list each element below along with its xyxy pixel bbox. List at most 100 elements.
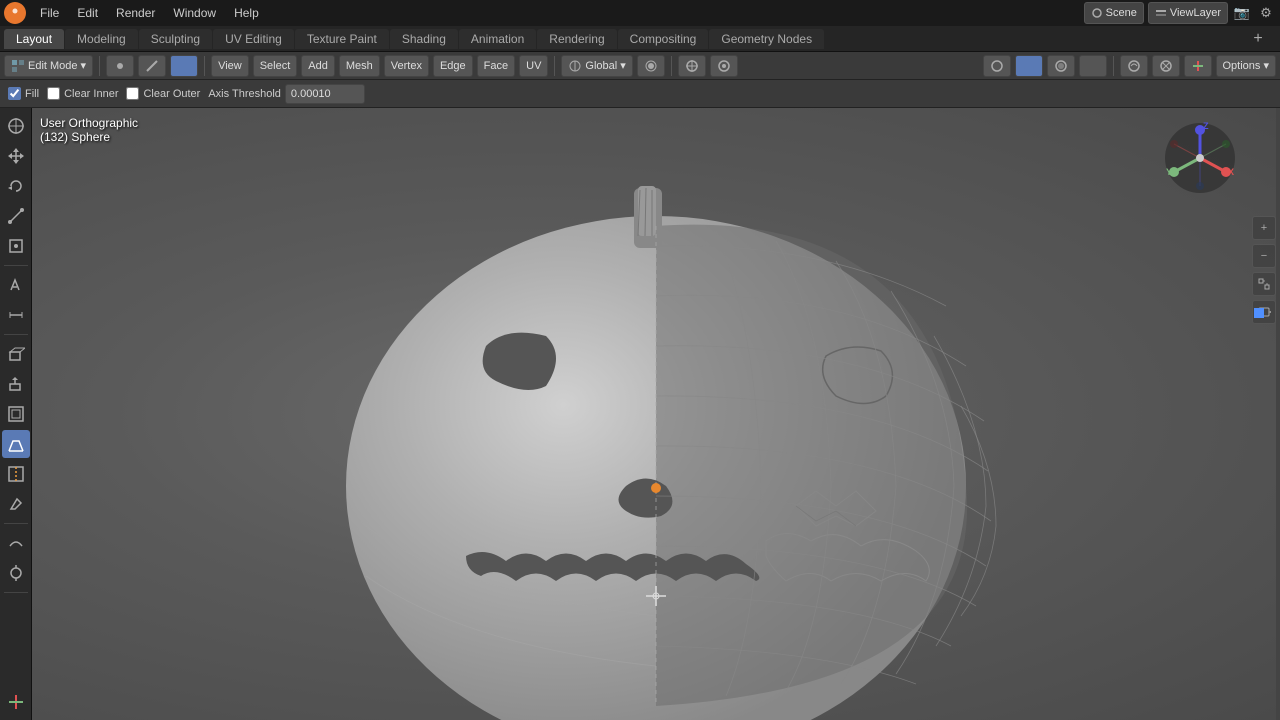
add-menu-btn[interactable]: Add [301, 55, 335, 77]
bevel-tool[interactable] [2, 430, 30, 458]
transform-tool[interactable] [2, 232, 30, 260]
fill-checkbox-input[interactable] [8, 87, 21, 100]
tool-sep-2 [4, 334, 28, 335]
tab-geometry-nodes[interactable]: Geometry Nodes [709, 29, 824, 49]
tool-sep-3 [4, 523, 28, 524]
blender-logo[interactable] [4, 2, 26, 24]
smooth-tool[interactable] [2, 529, 30, 557]
clear-inner-checkbox-input[interactable] [47, 87, 60, 100]
gizmos-btn[interactable] [1184, 55, 1212, 77]
menu-help[interactable]: Help [226, 4, 267, 22]
transform-orient-tool[interactable] [2, 688, 30, 716]
xray-btn[interactable] [1152, 55, 1180, 77]
edge-select-btn[interactable] [138, 55, 166, 77]
left-toolbar [0, 108, 32, 720]
clear-inner-label: Clear Inner [64, 88, 118, 100]
toolbar-sep-shading [1113, 56, 1114, 76]
fill-checkbox[interactable]: Fill [8, 87, 39, 100]
axis-threshold-label: Axis Threshold [208, 88, 281, 100]
axis-threshold-input[interactable] [285, 84, 365, 104]
zoom-out-btn[interactable]: − [1252, 244, 1276, 268]
tool-sep-4 [4, 592, 28, 593]
tab-sculpting[interactable]: Sculpting [139, 29, 212, 49]
n-panel-handle[interactable] [1276, 108, 1280, 720]
vertex-select-btn[interactable] [106, 55, 134, 77]
tab-compositing[interactable]: Compositing [618, 29, 709, 49]
cursor-tool[interactable] [2, 112, 30, 140]
viewport[interactable]: User Orthographic (132) Sphere Z X [32, 108, 1280, 720]
tab-shading[interactable]: Shading [390, 29, 458, 49]
select-menu-btn[interactable]: Select [253, 55, 298, 77]
view-menu-btn[interactable]: View [211, 55, 249, 77]
scene-name: Scene [1106, 7, 1137, 19]
selected-indicator [1254, 308, 1264, 318]
edit-mode-label: Edit Mode [28, 60, 78, 72]
scale-tool[interactable] [2, 202, 30, 230]
overlays-btn[interactable] [1120, 55, 1148, 77]
axis-threshold-field: Axis Threshold [208, 84, 365, 104]
add-workspace-icon[interactable]: + [1248, 29, 1268, 49]
toolbar-sep-4 [671, 56, 672, 76]
knife-tool[interactable] [2, 490, 30, 518]
rendered-shading-btn[interactable] [1079, 55, 1107, 77]
menu-render[interactable]: Render [108, 4, 163, 22]
clear-outer-checkbox[interactable]: Clear Outer [126, 87, 200, 100]
mesh-menu-btn[interactable]: Mesh [339, 55, 380, 77]
mode-dropdown-icon: ▾ [81, 59, 87, 72]
clear-outer-checkbox-input[interactable] [126, 87, 139, 100]
settings-icon[interactable]: ⚙ [1256, 3, 1276, 23]
clear-inner-checkbox[interactable]: Clear Inner [47, 87, 118, 100]
add-cube-tool[interactable] [2, 340, 30, 368]
transform-orientation-btn[interactable]: Global ▾ [561, 55, 632, 77]
extrude-tool[interactable] [2, 370, 30, 398]
zoom-in-btn[interactable]: + [1252, 216, 1276, 240]
tab-uv-editing[interactable]: UV Editing [213, 29, 294, 49]
operator-toolbar: Fill Clear Inner Clear Outer Axis Thresh… [0, 80, 1280, 108]
proportional-edit-btn[interactable] [710, 55, 738, 77]
tool-sep-1 [4, 265, 28, 266]
clear-outer-label: Clear Outer [143, 88, 200, 100]
tab-modeling[interactable]: Modeling [65, 29, 138, 49]
tab-rendering[interactable]: Rendering [537, 29, 616, 49]
menu-file[interactable]: File [32, 4, 67, 22]
solid-shading-btn[interactable] [1015, 55, 1043, 77]
loop-cut-tool[interactable] [2, 460, 30, 488]
toolbar-sep-3 [554, 56, 555, 76]
editor-toolbar: Edit Mode ▾ View Select Add Mesh Vertex … [0, 52, 1280, 80]
main-area: User Orthographic (132) Sphere Z X [0, 108, 1280, 720]
face-select-btn[interactable] [170, 55, 198, 77]
vertex-menu-btn[interactable]: Vertex [384, 55, 429, 77]
measure-tool[interactable] [2, 301, 30, 329]
shrink-fatten-tool[interactable] [2, 559, 30, 587]
menu-window[interactable]: Window [165, 4, 224, 22]
editor-type-button[interactable]: Edit Mode ▾ [4, 55, 93, 77]
tab-layout[interactable]: Layout [4, 29, 64, 49]
toolbar-sep-1 [99, 56, 100, 76]
rotate-tool[interactable] [2, 172, 30, 200]
viewport-background [32, 108, 1280, 720]
edge-menu-btn[interactable]: Edge [433, 55, 473, 77]
face-menu-btn[interactable]: Face [477, 55, 515, 77]
material-shading-btn[interactable] [1047, 55, 1075, 77]
toolbar-sep-2 [204, 56, 205, 76]
right-gizmo-controls: + − [1252, 116, 1276, 324]
render-icon[interactable]: 📷 [1232, 3, 1252, 23]
workspace-tabs: Layout Modeling Sculpting UV Editing Tex… [0, 26, 1280, 52]
menu-edit[interactable]: Edit [69, 4, 106, 22]
transform-pivot-btn[interactable] [637, 55, 665, 77]
tab-animation[interactable]: Animation [459, 29, 536, 49]
fill-label: Fill [25, 88, 39, 100]
view-layer-selector[interactable]: ViewLayer [1148, 2, 1228, 24]
tab-texture-paint[interactable]: Texture Paint [295, 29, 389, 49]
snap-btn[interactable] [678, 55, 706, 77]
options-btn[interactable]: Options ▾ [1216, 55, 1277, 77]
wireframe-shading-btn[interactable] [983, 55, 1011, 77]
annotate-tool[interactable] [2, 271, 30, 299]
move-tool[interactable] [2, 142, 30, 170]
top-menu-bar: File Edit Render Window Help Scene ViewL… [0, 0, 1280, 26]
zoom-fit-btn[interactable] [1252, 272, 1276, 296]
active-scene-selector[interactable]: Scene [1084, 2, 1144, 24]
view-layer-name: ViewLayer [1170, 7, 1221, 19]
uv-menu-btn[interactable]: UV [519, 55, 548, 77]
inset-tool[interactable] [2, 400, 30, 428]
